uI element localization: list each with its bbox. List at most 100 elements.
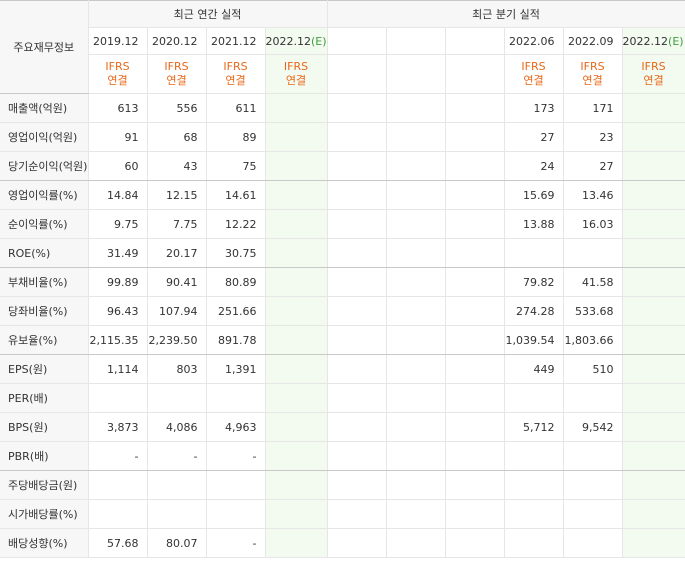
value-cell: 107.94: [147, 296, 207, 326]
row-label: ROE(%): [0, 238, 89, 268]
basis-header: IFRS 연결: [147, 54, 207, 94]
basis-standard: IFRS: [105, 60, 130, 73]
value-cell: [563, 383, 623, 413]
value-cell: [622, 209, 685, 239]
basis-header: [326, 54, 387, 94]
value-cell: 16.03: [563, 209, 623, 239]
value-cell: [265, 354, 328, 384]
basis-standard: IFRS: [283, 60, 309, 73]
value-cell: [265, 412, 328, 442]
value-cell: 68: [147, 122, 207, 152]
value-cell: 12.22: [206, 209, 266, 239]
value-cell: [386, 441, 446, 471]
value-cell: 1,039.54: [504, 325, 564, 355]
value-cell: [265, 238, 328, 268]
value-cell: [445, 528, 505, 558]
value-cell: [386, 209, 446, 239]
row-label: BPS(원): [0, 412, 89, 442]
value-cell: [386, 267, 446, 297]
table-row: 주당배당금(원): [0, 470, 685, 500]
value-cell: [386, 383, 446, 413]
table-row: ROE(%) 31.49 20.17 30.75: [0, 238, 685, 268]
value-cell: 15.69: [504, 180, 564, 210]
value-cell: 80.07: [147, 528, 207, 558]
value-cell: [265, 180, 328, 210]
value-cell: 14.61: [206, 180, 266, 210]
period-header: 2022.12(E): [622, 27, 685, 55]
value-cell: [147, 383, 207, 413]
period-label: 2022.06: [509, 34, 555, 48]
value-cell: [622, 470, 685, 500]
basis-standard: IFRS: [580, 60, 605, 73]
value-cell: [326, 412, 387, 442]
value-cell: [445, 122, 505, 152]
value-cell: [622, 180, 685, 210]
value-cell: 1,803.66: [563, 325, 623, 355]
value-cell: 99.89: [88, 267, 148, 297]
value-cell: 13.88: [504, 209, 564, 239]
value-cell: [445, 412, 505, 442]
row-label: 주당배당금(원): [0, 470, 89, 500]
value-cell: [265, 122, 328, 152]
value-cell: [326, 528, 387, 558]
basis-header: IFRS 연결: [504, 54, 564, 94]
value-cell: [445, 499, 505, 529]
value-cell: [326, 151, 387, 181]
value-cell: 2,115.35: [88, 325, 148, 355]
table-row: 영업이익률(%) 14.84 12.15 14.61 15.69 13.46: [0, 180, 685, 210]
row-label: 순이익률(%): [0, 209, 89, 239]
row-label: PBR(배): [0, 441, 89, 471]
value-cell: [265, 296, 328, 326]
table-row: 당좌비율(%) 96.43 107.94 251.66 274.28 533.68: [0, 296, 685, 326]
value-cell: [326, 93, 387, 123]
value-cell: 23: [563, 122, 623, 152]
value-cell: [563, 528, 623, 558]
value-cell: [445, 267, 505, 297]
value-cell: [386, 122, 446, 152]
value-cell: 2,239.50: [147, 325, 207, 355]
period-label: 2022.12: [265, 34, 312, 48]
value-cell: 171: [563, 93, 623, 123]
value-cell: 611: [206, 93, 266, 123]
value-cell: [563, 441, 623, 471]
value-cell: [88, 499, 148, 529]
period-label: 2020.12: [152, 34, 198, 48]
estimate-mark: (E): [668, 34, 684, 48]
value-cell: [206, 470, 266, 500]
value-cell: 79.82: [504, 267, 564, 297]
value-cell: 613: [88, 93, 148, 123]
value-cell: 4,963: [206, 412, 266, 442]
value-cell: [386, 528, 446, 558]
value-cell: 510: [563, 354, 623, 384]
value-cell: 173: [504, 93, 564, 123]
table-row: EPS(원) 1,114 803 1,391 449 510: [0, 354, 685, 384]
value-cell: -: [88, 441, 148, 471]
value-cell: [622, 296, 685, 326]
value-cell: 803: [147, 354, 207, 384]
value-cell: [445, 93, 505, 123]
value-cell: [504, 528, 564, 558]
value-cell: [622, 151, 685, 181]
row-label-header: 주요재무정보: [0, 0, 89, 94]
basis-header: [386, 54, 446, 94]
value-cell: [504, 470, 564, 500]
value-cell: 27: [504, 122, 564, 152]
basis-standard: IFRS: [223, 60, 248, 73]
value-cell: -: [206, 441, 266, 471]
header-row-groups: 주요재무정보 최근 연간 실적 최근 분기 실적: [0, 0, 685, 94]
value-cell: [326, 238, 387, 268]
value-cell: [206, 383, 266, 413]
period-label: 2019.12: [93, 34, 139, 48]
value-cell: [445, 296, 505, 326]
value-cell: [386, 93, 446, 123]
table-row: 시가배당률(%): [0, 499, 685, 529]
value-cell: 251.66: [206, 296, 266, 326]
value-cell: [622, 122, 685, 152]
value-cell: 9.75: [88, 209, 148, 239]
value-cell: [563, 499, 623, 529]
basis-scope: 연결: [523, 74, 544, 87]
value-cell: [622, 441, 685, 471]
value-cell: [326, 470, 387, 500]
value-cell: [265, 325, 328, 355]
value-cell: [326, 180, 387, 210]
